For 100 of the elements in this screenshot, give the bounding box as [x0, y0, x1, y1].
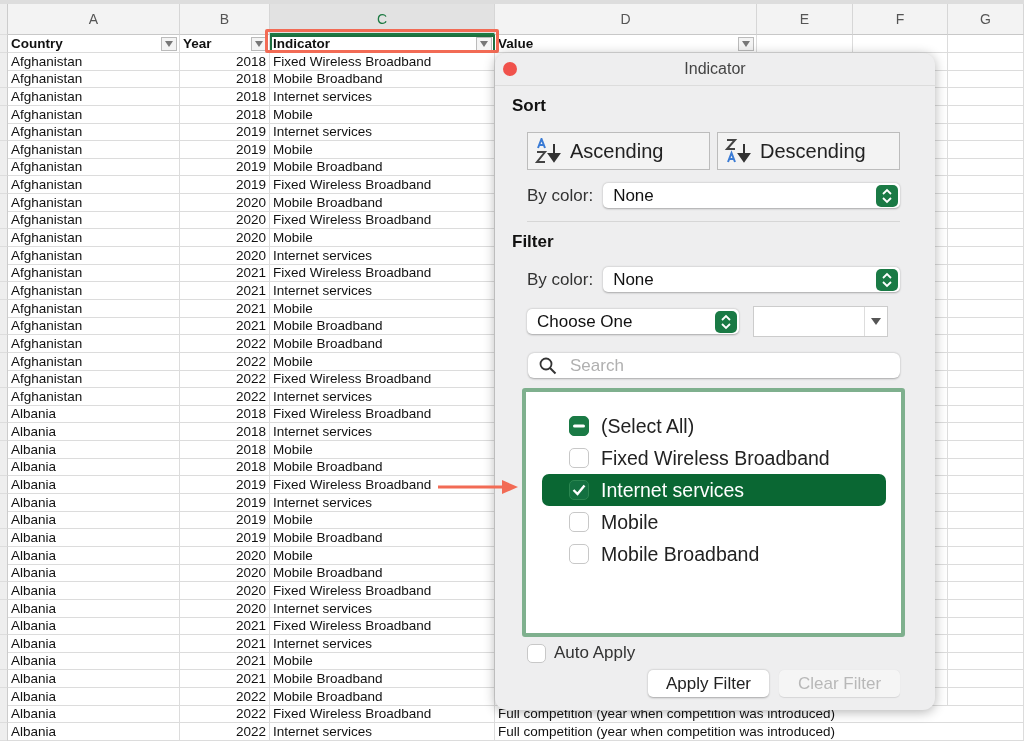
checkbox[interactable]: [569, 416, 589, 436]
table-cell: 2020: [180, 599, 270, 618]
row-header[interactable]: [0, 35, 8, 53]
table-cell: Fixed Wireless Broadband: [270, 581, 495, 600]
table-cell: Mobile: [270, 652, 495, 671]
row-header[interactable]: [0, 317, 8, 336]
table-cell: 2018: [180, 87, 270, 106]
row-header[interactable]: [0, 87, 8, 106]
row-header[interactable]: [0, 352, 8, 371]
column-header[interactable]: G: [948, 4, 1024, 35]
sort-descending-button[interactable]: Descending: [717, 132, 900, 170]
condition-dropdown[interactable]: Choose One: [527, 309, 739, 334]
table-cell: Mobile Broadband: [270, 564, 495, 583]
checkbox[interactable]: [569, 480, 589, 500]
row-header[interactable]: [0, 158, 8, 177]
table-cell: Albania: [8, 493, 180, 512]
row-header[interactable]: [0, 581, 8, 600]
table-cell: Fixed Wireless Broadband: [270, 52, 495, 71]
row-header[interactable]: [0, 246, 8, 265]
auto-apply-checkbox[interactable]: [527, 643, 546, 663]
filter-dropdown-button[interactable]: [738, 36, 754, 51]
row-header[interactable]: [0, 70, 8, 89]
checkbox-label: Auto Apply: [554, 643, 636, 663]
color-dropdown[interactable]: None: [603, 183, 900, 208]
panel-title: Indicator: [684, 60, 746, 78]
column-header[interactable]: D: [495, 4, 757, 35]
row-header[interactable]: [0, 670, 8, 689]
table-cell: 2022: [180, 370, 270, 389]
column-header[interactable]: E: [757, 4, 853, 35]
filter-value-item[interactable]: Fixed Wireless Broadband: [542, 442, 886, 474]
filter-dropdown-button[interactable]: [161, 36, 177, 51]
row-header[interactable]: [0, 176, 8, 195]
table-cell: Full competition (year when competition was introduced): [495, 723, 1024, 741]
close-button[interactable]: [503, 62, 517, 76]
row-header[interactable]: [0, 211, 8, 230]
table-cell: Albania: [8, 705, 180, 724]
row-header[interactable]: [0, 123, 8, 142]
table-cell: Afghanistan: [8, 123, 180, 142]
search-field[interactable]: Search: [528, 353, 900, 378]
table-cell: Internet services: [270, 123, 495, 142]
column-header[interactable]: F: [853, 4, 948, 35]
row-header[interactable]: [0, 370, 8, 389]
table-cell: Internet services: [270, 493, 495, 512]
row-header[interactable]: [0, 105, 8, 124]
table-cell: Albania: [8, 546, 180, 565]
filter-value-item[interactable]: (Select All): [542, 410, 886, 442]
row-header[interactable]: [0, 440, 8, 459]
table-cell: Mobile Broadband: [270, 458, 495, 477]
table-cell: 2020: [180, 581, 270, 600]
checkbox[interactable]: [569, 512, 589, 532]
row-header[interactable]: [0, 299, 8, 318]
column-header[interactable]: A: [8, 4, 180, 35]
filter-button[interactable]: Apply Filter: [648, 670, 769, 697]
row-header[interactable]: [0, 334, 8, 353]
row-header[interactable]: [0, 387, 8, 406]
table-cell: Albania: [8, 617, 180, 636]
value-combobox[interactable]: [753, 306, 888, 337]
table-cell: Fixed Wireless Broadband: [270, 705, 495, 724]
caret-icon: [165, 40, 173, 47]
table-cell: 2020: [180, 193, 270, 212]
filter-value-item[interactable]: Internet services: [542, 474, 886, 506]
row-header[interactable]: [0, 528, 8, 547]
checkbox[interactable]: [569, 544, 589, 564]
row-header[interactable]: [0, 458, 8, 477]
row-header[interactable]: [0, 723, 8, 741]
row-header[interactable]: [0, 52, 8, 71]
sort-ascending-button[interactable]: Ascending: [527, 132, 710, 170]
row-header[interactable]: [0, 652, 8, 671]
column-header[interactable]: C: [270, 4, 495, 35]
row-header[interactable]: [0, 546, 8, 565]
color-dropdown[interactable]: None: [603, 267, 900, 292]
row-header[interactable]: [0, 617, 8, 636]
checkbox[interactable]: [569, 448, 589, 468]
table-cell: 2018: [180, 70, 270, 89]
table-cell: 2022: [180, 352, 270, 371]
section-heading: Sort: [512, 96, 547, 117]
row-header[interactable]: [0, 423, 8, 442]
row-header[interactable]: [0, 599, 8, 618]
row-header[interactable]: [0, 705, 8, 724]
filter-value-item[interactable]: Mobile Broadband: [542, 538, 886, 570]
row-header[interactable]: [0, 564, 8, 583]
row-header[interactable]: [0, 229, 8, 248]
row-header[interactable]: [0, 193, 8, 212]
filter-value-item[interactable]: Mobile: [542, 506, 886, 538]
row-header[interactable]: [0, 687, 8, 706]
row-header[interactable]: [0, 264, 8, 283]
row-header[interactable]: [0, 511, 8, 530]
table-cell: 2021: [180, 299, 270, 318]
table-cell: Mobile Broadband: [270, 334, 495, 353]
header-label: Indicator: [273, 35, 330, 52]
row-header[interactable]: [0, 281, 8, 300]
table-cell: Albania: [8, 652, 180, 671]
row-header[interactable]: [0, 476, 8, 494]
filter-dropdown-button[interactable]: [476, 36, 492, 51]
row-header[interactable]: [0, 493, 8, 512]
corner-cell[interactable]: [0, 4, 8, 35]
row-header[interactable]: [0, 405, 8, 424]
row-header[interactable]: [0, 140, 8, 159]
table-cell: 2022: [180, 387, 270, 406]
row-header[interactable]: [0, 634, 8, 653]
